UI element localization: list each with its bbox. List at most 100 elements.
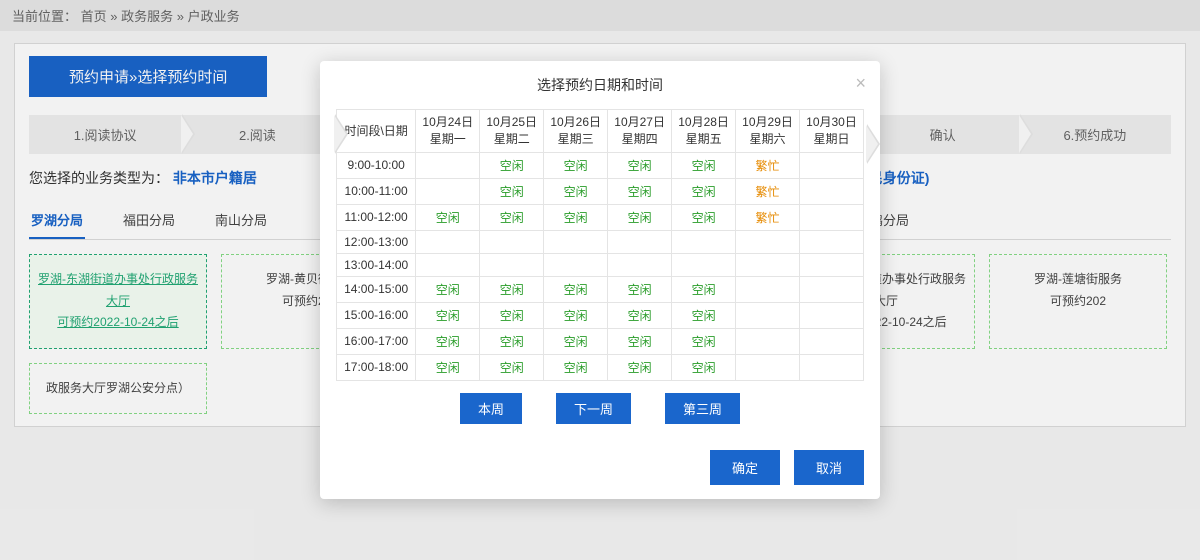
schedule-cell[interactable]: 空闲	[416, 204, 480, 230]
schedule-cell	[608, 253, 672, 276]
schedule-row: 17:00-18:00空闲空闲空闲空闲空闲	[337, 354, 864, 380]
schedule-table: 时间段\日期10月24日星期一10月25日星期二10月26日星期三10月27日星…	[336, 109, 864, 381]
time-slot-label: 10:00-11:00	[337, 178, 416, 204]
schedule-cell[interactable]: 繁忙	[736, 152, 800, 178]
schedule-cell[interactable]: 空闲	[480, 178, 544, 204]
schedule-cell	[800, 354, 864, 380]
schedule-cell[interactable]: 空闲	[416, 302, 480, 328]
schedule-cell[interactable]: 空闲	[544, 178, 608, 204]
schedule-day-header: 10月29日星期六	[736, 110, 800, 153]
schedule-row: 14:00-15:00空闲空闲空闲空闲空闲	[337, 276, 864, 302]
week-next-button[interactable]: 下一周	[556, 393, 631, 424]
schedule-day-header: 10月28日星期五	[672, 110, 736, 153]
schedule-cell	[416, 152, 480, 178]
schedule-cell	[800, 204, 864, 230]
schedule-row: 9:00-10:00空闲空闲空闲空闲繁忙	[337, 152, 864, 178]
time-slot-label: 14:00-15:00	[337, 276, 416, 302]
schedule-cell[interactable]: 空闲	[544, 276, 608, 302]
schedule-cell[interactable]: 空闲	[608, 354, 672, 380]
schedule-cell	[416, 178, 480, 204]
modal-header: 选择预约日期和时间 ×	[320, 61, 880, 109]
schedule-cell[interactable]: 空闲	[480, 276, 544, 302]
schedule-cell	[480, 253, 544, 276]
schedule-row: 12:00-13:00	[337, 230, 864, 253]
schedule-row: 10:00-11:00空闲空闲空闲空闲繁忙	[337, 178, 864, 204]
schedule-cell[interactable]: 空闲	[544, 302, 608, 328]
schedule-cell[interactable]: 空闲	[608, 276, 672, 302]
cancel-button[interactable]: 取消	[794, 450, 864, 485]
schedule-day-header: 10月24日星期一	[416, 110, 480, 153]
schedule-cell[interactable]: 空闲	[608, 328, 672, 354]
schedule-day-header: 10月30日星期日	[800, 110, 864, 153]
schedule-cell[interactable]: 空闲	[544, 354, 608, 380]
schedule-day-header: 10月26日星期三	[544, 110, 608, 153]
schedule-cell[interactable]: 空闲	[480, 204, 544, 230]
schedule-cell[interactable]: 空闲	[544, 204, 608, 230]
week-buttons: 本周 下一周 第三周	[336, 393, 864, 424]
schedule-cell	[736, 302, 800, 328]
schedule-row: 13:00-14:00	[337, 253, 864, 276]
schedule-cell[interactable]: 空闲	[608, 178, 672, 204]
schedule-corner: 时间段\日期	[337, 110, 416, 153]
schedule-cell[interactable]: 空闲	[480, 354, 544, 380]
schedule-cell[interactable]: 空闲	[672, 276, 736, 302]
schedule-cell[interactable]: 空闲	[672, 204, 736, 230]
schedule-cell[interactable]: 空闲	[416, 354, 480, 380]
schedule-cell	[800, 152, 864, 178]
schedule-cell[interactable]: 空闲	[672, 328, 736, 354]
schedule-row: 11:00-12:00空闲空闲空闲空闲空闲繁忙	[337, 204, 864, 230]
week-third-button[interactable]: 第三周	[665, 393, 740, 424]
schedule-cell	[736, 253, 800, 276]
schedule-cell[interactable]: 空闲	[672, 302, 736, 328]
time-slot-label: 16:00-17:00	[337, 328, 416, 354]
schedule-cell[interactable]: 空闲	[416, 276, 480, 302]
modal-title: 选择预约日期和时间	[537, 77, 663, 93]
modal-overlay: 选择预约日期和时间 × 时间段\日期10月24日星期一10月25日星期二10月2…	[0, 0, 1200, 560]
schedule-row: 16:00-17:00空闲空闲空闲空闲空闲	[337, 328, 864, 354]
time-slot-label: 13:00-14:00	[337, 253, 416, 276]
schedule-cell[interactable]: 空闲	[480, 328, 544, 354]
schedule-cell	[736, 276, 800, 302]
schedule-cell[interactable]: 繁忙	[736, 204, 800, 230]
schedule-cell[interactable]: 空闲	[544, 152, 608, 178]
schedule-cell	[416, 253, 480, 276]
schedule-cell	[736, 354, 800, 380]
schedule-cell[interactable]: 空闲	[608, 204, 672, 230]
schedule-cell[interactable]: 空闲	[416, 328, 480, 354]
schedule-cell[interactable]: 空闲	[672, 152, 736, 178]
schedule-cell	[672, 230, 736, 253]
schedule-cell	[480, 230, 544, 253]
week-this-button[interactable]: 本周	[460, 393, 522, 424]
schedule-cell[interactable]: 空闲	[672, 178, 736, 204]
schedule-day-header: 10月27日星期四	[608, 110, 672, 153]
schedule-cell[interactable]: 繁忙	[736, 178, 800, 204]
schedule-cell	[800, 230, 864, 253]
schedule-cell	[800, 302, 864, 328]
schedule-cell	[736, 328, 800, 354]
schedule-cell[interactable]: 空闲	[608, 152, 672, 178]
ok-button[interactable]: 确定	[710, 450, 780, 485]
schedule-cell	[800, 328, 864, 354]
schedule-cell	[416, 230, 480, 253]
schedule-cell	[800, 178, 864, 204]
schedule-cell[interactable]: 空闲	[672, 354, 736, 380]
time-slot-label: 17:00-18:00	[337, 354, 416, 380]
time-slot-label: 9:00-10:00	[337, 152, 416, 178]
schedule-cell	[800, 276, 864, 302]
schedule-cell	[672, 253, 736, 276]
schedule-cell	[736, 230, 800, 253]
schedule-cell	[544, 230, 608, 253]
close-icon[interactable]: ×	[855, 73, 866, 94]
schedule-modal: 选择预约日期和时间 × 时间段\日期10月24日星期一10月25日星期二10月2…	[320, 61, 880, 499]
schedule-cell	[608, 230, 672, 253]
schedule-row: 15:00-16:00空闲空闲空闲空闲空闲	[337, 302, 864, 328]
schedule-cell[interactable]: 空闲	[480, 152, 544, 178]
time-slot-label: 12:00-13:00	[337, 230, 416, 253]
schedule-cell[interactable]: 空闲	[608, 302, 672, 328]
time-slot-label: 11:00-12:00	[337, 204, 416, 230]
schedule-cell[interactable]: 空闲	[544, 328, 608, 354]
schedule-cell	[544, 253, 608, 276]
schedule-cell[interactable]: 空闲	[480, 302, 544, 328]
time-slot-label: 15:00-16:00	[337, 302, 416, 328]
schedule-day-header: 10月25日星期二	[480, 110, 544, 153]
